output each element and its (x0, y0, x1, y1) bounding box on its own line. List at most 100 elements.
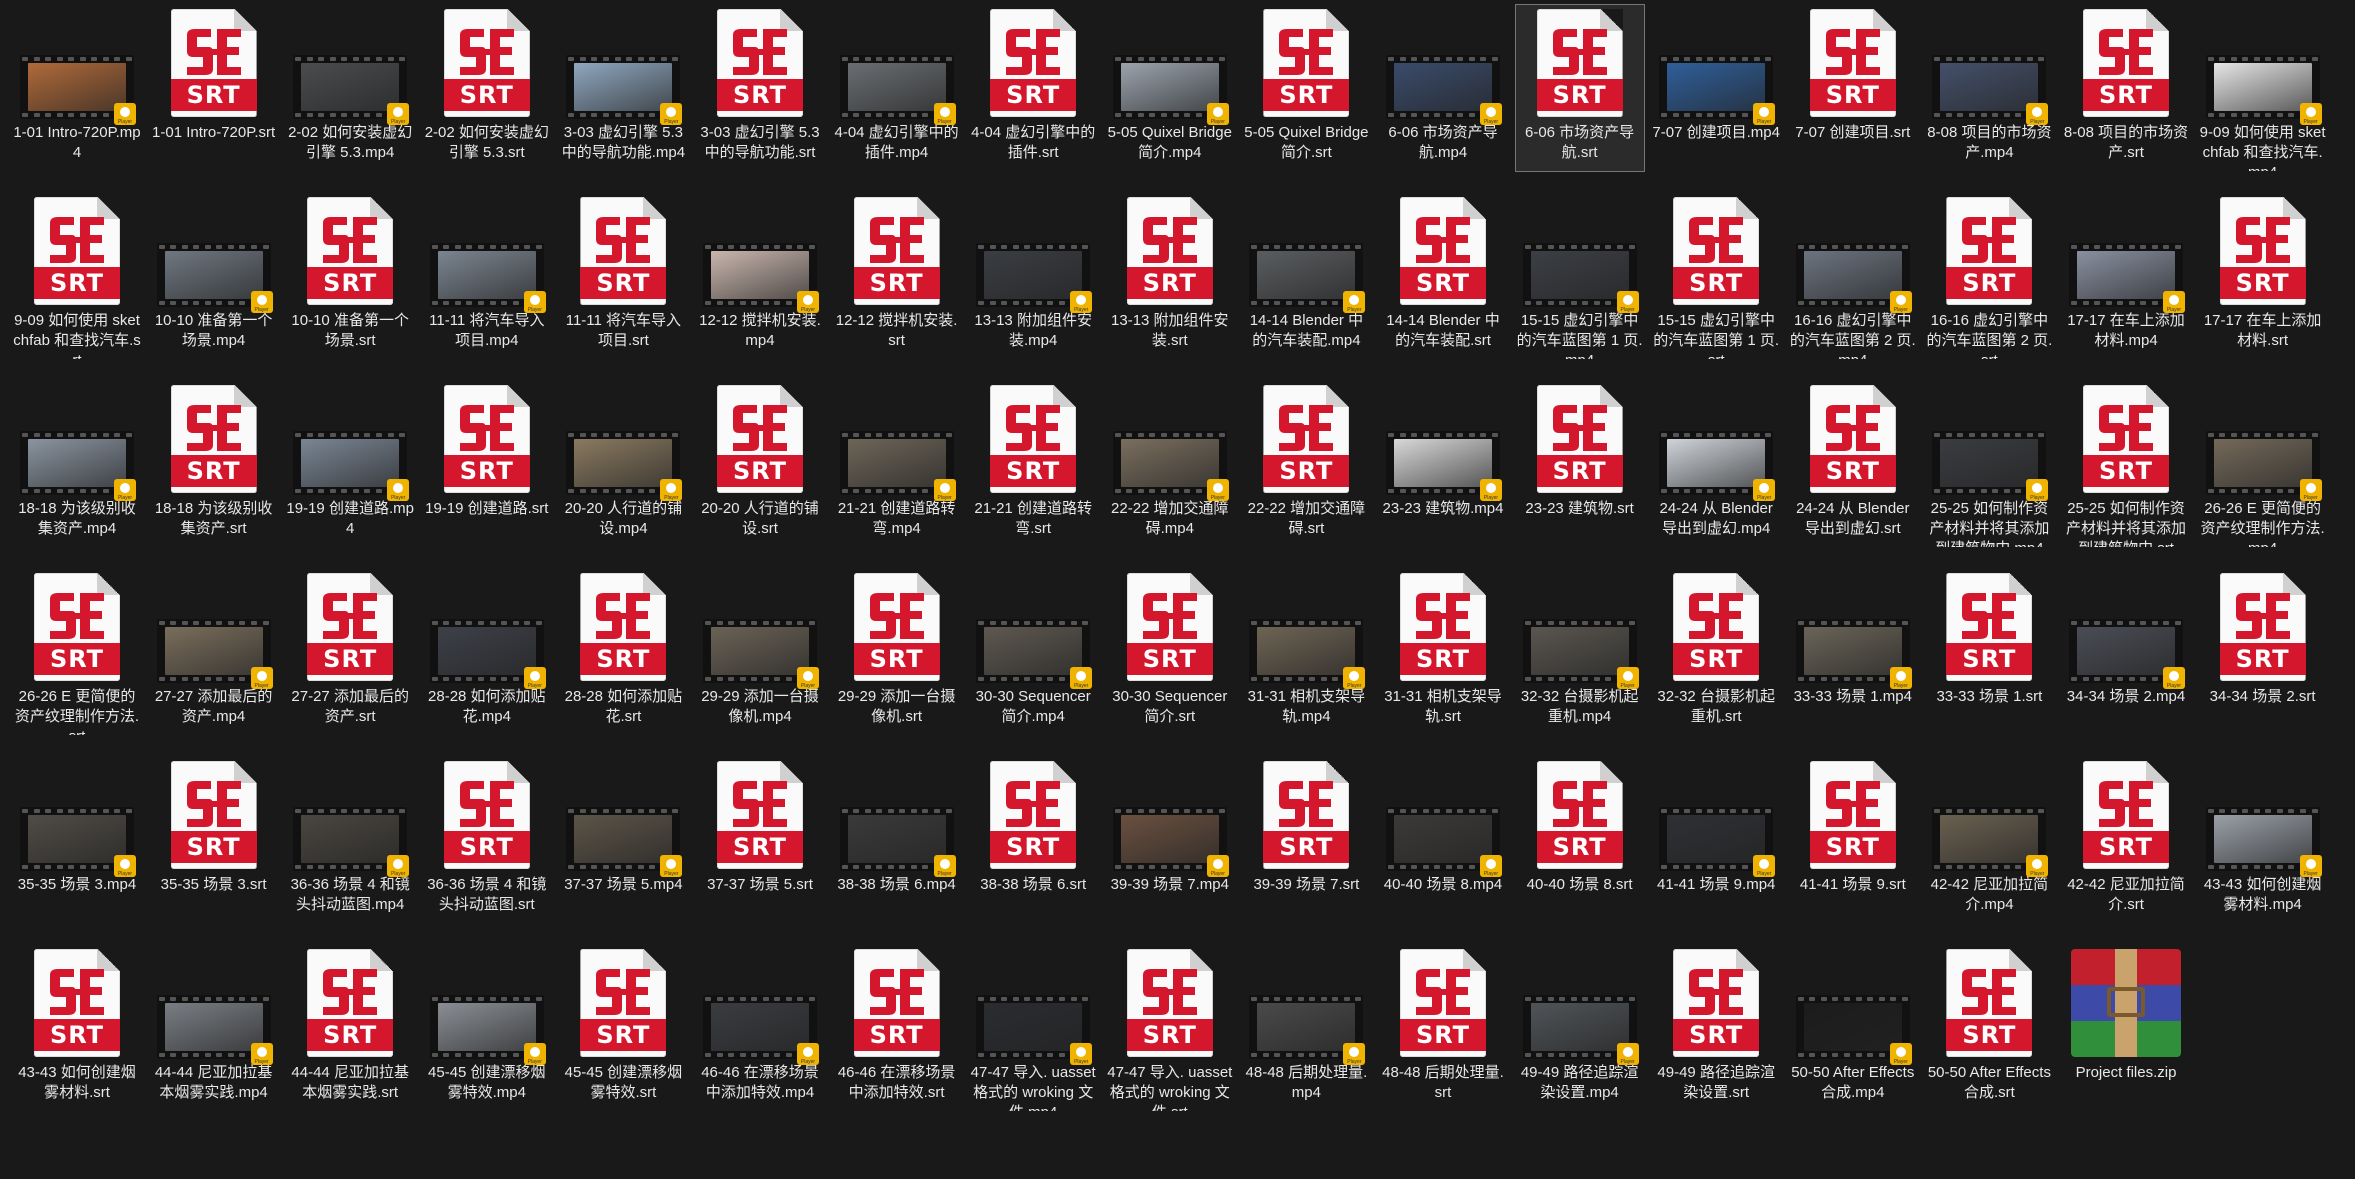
file-item-srt[interactable]: SRT 24-24 从 Blender 导出到虚幻.srt (1788, 380, 1918, 548)
file-item-mp4[interactable]: 46-46 在漂移场景中添加特效.mp4 (695, 944, 825, 1112)
file-item-srt[interactable]: SRT 44-44 尼亚加拉基本烟雾实践.srt (285, 944, 415, 1112)
file-item-srt[interactable]: SRT 8-08 项目的市场资产.srt (2061, 4, 2191, 172)
file-item-srt[interactable]: SRT 32-32 台摄影机起重机.srt (1651, 568, 1781, 736)
file-item-mp4[interactable]: 41-41 场景 9.mp4 (1651, 756, 1781, 924)
file-item-mp4[interactable]: 32-32 台摄影机起重机.mp4 (1515, 568, 1645, 736)
file-item-srt[interactable]: SRT 3-03 虚幻引擎 5.3 中的导航功能.srt (695, 4, 825, 172)
file-item-mp4[interactable]: 7-07 创建项目.mp4 (1651, 4, 1781, 172)
file-item-mp4[interactable]: 17-17 在车上添加材料.mp4 (2061, 192, 2191, 360)
file-item-srt[interactable]: SRT 50-50 After Effects 合成.srt (1924, 944, 2054, 1112)
file-item-mp4[interactable]: 33-33 场景 1.mp4 (1788, 568, 1918, 736)
file-item-mp4[interactable]: 26-26 E 更简便的资产纹理制作方法.mp4 (2198, 380, 2328, 548)
file-item-mp4[interactable]: 2-02 如何安装虚幻引擎 5.3.mp4 (285, 4, 415, 172)
file-item-mp4[interactable]: 49-49 路径追踪渲染设置.mp4 (1515, 944, 1645, 1112)
file-item-mp4[interactable]: 25-25 如何制作资产材料并将其添加到建筑物中.mp4 (1924, 380, 2054, 548)
file-item-srt[interactable]: SRT 31-31 相机支架导轨.srt (1378, 568, 1508, 736)
file-item-mp4[interactable]: 39-39 场景 7.mp4 (1105, 756, 1235, 924)
file-item-mp4[interactable]: 12-12 搅拌机安装.mp4 (695, 192, 825, 360)
file-item-srt[interactable]: SRT 45-45 创建漂移烟雾特效.srt (558, 944, 688, 1112)
file-item-mp4[interactable]: 10-10 准备第一个场景.mp4 (149, 192, 279, 360)
file-item-srt[interactable]: SRT 27-27 添加最后的资产.srt (285, 568, 415, 736)
file-item-srt[interactable]: SRT 1-01 Intro-720P.srt (149, 4, 279, 172)
file-item-srt[interactable]: SRT 2-02 如何安装虚幻引擎 5.3.srt (422, 4, 552, 172)
file-item-mp4[interactable]: 42-42 尼亚加拉简介.mp4 (1924, 756, 2054, 924)
file-item-mp4[interactable]: 43-43 如何创建烟雾材料.mp4 (2198, 756, 2328, 924)
file-item-mp4[interactable]: 28-28 如何添加贴花.mp4 (422, 568, 552, 736)
file-item-mp4[interactable]: 6-06 市场资产导航.mp4 (1378, 4, 1508, 172)
file-item-srt[interactable]: SRT 29-29 添加一台摄像机.srt (832, 568, 962, 736)
file-item-srt[interactable]: SRT 38-38 场景 6.srt (968, 756, 1098, 924)
file-item-srt[interactable]: SRT 7-07 创建项目.srt (1788, 4, 1918, 172)
file-item-mp4[interactable]: 15-15 虚幻引擎中的汽车蓝图第 1 页.mp4 (1515, 192, 1645, 360)
file-item-mp4[interactable]: 38-38 场景 6.mp4 (832, 756, 962, 924)
file-item-srt[interactable]: SRT 11-11 将汽车导入项目.srt (558, 192, 688, 360)
file-item-srt[interactable]: SRT 34-34 场景 2.srt (2198, 568, 2328, 736)
file-item-mp4[interactable]: 47-47 导入. uasset 格式的 wroking 文件.mp4 (968, 944, 1098, 1112)
file-item-mp4[interactable]: 44-44 尼亚加拉基本烟雾实践.mp4 (149, 944, 279, 1112)
file-item-mp4[interactable]: 11-11 将汽车导入项目.mp4 (422, 192, 552, 360)
file-item-mp4[interactable]: 5-05 Quixel Bridge 简介.mp4 (1105, 4, 1235, 172)
file-item-srt[interactable]: SRT 37-37 场景 5.srt (695, 756, 825, 924)
file-item-srt[interactable]: SRT 26-26 E 更简便的资产纹理制作方法.srt (12, 568, 142, 736)
file-item-srt[interactable]: SRT 47-47 导入. uasset 格式的 wroking 文件.srt (1105, 944, 1235, 1112)
file-item-srt[interactable]: SRT 42-42 尼亚加拉简介.srt (2061, 756, 2191, 924)
file-item-mp4[interactable]: 1-01 Intro-720P.mp4 (12, 4, 142, 172)
file-item-mp4[interactable]: 40-40 场景 8.mp4 (1378, 756, 1508, 924)
file-item-mp4[interactable]: 30-30 Sequencer 简介.mp4 (968, 568, 1098, 736)
file-item-srt[interactable]: SRT 23-23 建筑物.srt (1515, 380, 1645, 548)
file-item-srt[interactable]: SRT 12-12 搅拌机安装.srt (832, 192, 962, 360)
file-item-srt[interactable]: SRT 14-14 Blender 中的汽车装配.srt (1378, 192, 1508, 360)
file-item-mp4[interactable]: 22-22 增加交通障碍.mp4 (1105, 380, 1235, 548)
file-item-mp4[interactable]: 37-37 场景 5.mp4 (558, 756, 688, 924)
file-item-mp4[interactable]: 45-45 创建漂移烟雾特效.mp4 (422, 944, 552, 1112)
file-item-mp4[interactable]: 48-48 后期处理量.mp4 (1241, 944, 1371, 1112)
file-item-mp4[interactable]: 18-18 为该级别收集资产.mp4 (12, 380, 142, 548)
file-item-srt[interactable]: SRT 13-13 附加组件安装.srt (1105, 192, 1235, 360)
file-item-srt[interactable]: SRT 25-25 如何制作资产材料并将其添加到建筑物中.srt (2061, 380, 2191, 548)
file-item-srt[interactable]: SRT 35-35 场景 3.srt (149, 756, 279, 924)
file-item-srt[interactable]: SRT 40-40 场景 8.srt (1515, 756, 1645, 924)
file-item-srt[interactable]: SRT 4-04 虚幻引擎中的插件.srt (968, 4, 1098, 172)
file-item-srt[interactable]: SRT 5-05 Quixel Bridge 简介.srt (1241, 4, 1371, 172)
file-item-mp4[interactable]: 19-19 创建道路.mp4 (285, 380, 415, 548)
file-item-srt[interactable]: SRT 43-43 如何创建烟雾材料.srt (12, 944, 142, 1112)
file-item-mp4[interactable]: 24-24 从 Blender 导出到虚幻.mp4 (1651, 380, 1781, 548)
file-item-mp4[interactable]: 9-09 如何使用 sketchfab 和查找汽车.mp4 (2198, 4, 2328, 172)
file-item-srt[interactable]: SRT 6-06 市场资产导航.srt (1514, 4, 1645, 172)
file-item-mp4[interactable]: 4-04 虚幻引擎中的插件.mp4 (832, 4, 962, 172)
file-item-mp4[interactable]: 23-23 建筑物.mp4 (1378, 380, 1508, 548)
file-item-srt[interactable]: SRT 30-30 Sequencer 简介.srt (1105, 568, 1235, 736)
file-item-srt[interactable]: SRT 15-15 虚幻引擎中的汽车蓝图第 1 页.srt (1651, 192, 1781, 360)
file-item-mp4[interactable]: 29-29 添加一台摄像机.mp4 (695, 568, 825, 736)
file-item-mp4[interactable]: 3-03 虚幻引擎 5.3 中的导航功能.mp4 (558, 4, 688, 172)
file-item-mp4[interactable]: 36-36 场景 4 和镜头抖动蓝图.mp4 (285, 756, 415, 924)
file-item-srt[interactable]: SRT 10-10 准备第一个场景.srt (285, 192, 415, 360)
file-item-srt[interactable]: SRT 16-16 虚幻引擎中的汽车蓝图第 2 页.srt (1924, 192, 2054, 360)
file-item-mp4[interactable]: 14-14 Blender 中的汽车装配.mp4 (1241, 192, 1371, 360)
file-item-mp4[interactable]: 34-34 场景 2.mp4 (2061, 568, 2191, 736)
file-item-mp4[interactable]: 8-08 项目的市场资产.mp4 (1924, 4, 2054, 172)
file-item-mp4[interactable]: 13-13 附加组件安装.mp4 (968, 192, 1098, 360)
file-item-srt[interactable]: SRT 17-17 在车上添加材料.srt (2198, 192, 2328, 360)
file-item-srt[interactable]: SRT 9-09 如何使用 sketchfab 和查找汽车.srt (12, 192, 142, 360)
file-item-srt[interactable]: SRT 22-22 增加交通障碍.srt (1241, 380, 1371, 548)
file-item-mp4[interactable]: 35-35 场景 3.mp4 (12, 756, 142, 924)
file-item-srt[interactable]: SRT 49-49 路径追踪渲染设置.srt (1651, 944, 1781, 1112)
file-item-mp4[interactable]: 16-16 虚幻引擎中的汽车蓝图第 2 页.mp4 (1788, 192, 1918, 360)
file-item-zip[interactable]: Project files.zip (2061, 944, 2191, 1112)
file-item-srt[interactable]: SRT 19-19 创建道路.srt (422, 380, 552, 548)
file-item-srt[interactable]: SRT 21-21 创建道路转弯.srt (968, 380, 1098, 548)
file-item-srt[interactable]: SRT 18-18 为该级别收集资产.srt (149, 380, 279, 548)
file-item-mp4[interactable]: 50-50 After Effects 合成.mp4 (1788, 944, 1918, 1112)
file-item-srt[interactable]: SRT 46-46 在漂移场景中添加特效.srt (832, 944, 962, 1112)
file-item-srt[interactable]: SRT 20-20 人行道的铺设.srt (695, 380, 825, 548)
file-item-srt[interactable]: SRT 41-41 场景 9.srt (1788, 756, 1918, 924)
file-item-mp4[interactable]: 27-27 添加最后的资产.mp4 (149, 568, 279, 736)
file-item-mp4[interactable]: 31-31 相机支架导轨.mp4 (1241, 568, 1371, 736)
file-item-srt[interactable]: SRT 39-39 场景 7.srt (1241, 756, 1371, 924)
file-item-srt[interactable]: SRT 33-33 场景 1.srt (1924, 568, 2054, 736)
file-item-srt[interactable]: SRT 28-28 如何添加贴花.srt (558, 568, 688, 736)
file-item-srt[interactable]: SRT 36-36 场景 4 和镜头抖动蓝图.srt (422, 756, 552, 924)
file-item-mp4[interactable]: 21-21 创建道路转弯.mp4 (832, 380, 962, 548)
file-item-mp4[interactable]: 20-20 人行道的铺设.mp4 (558, 380, 688, 548)
